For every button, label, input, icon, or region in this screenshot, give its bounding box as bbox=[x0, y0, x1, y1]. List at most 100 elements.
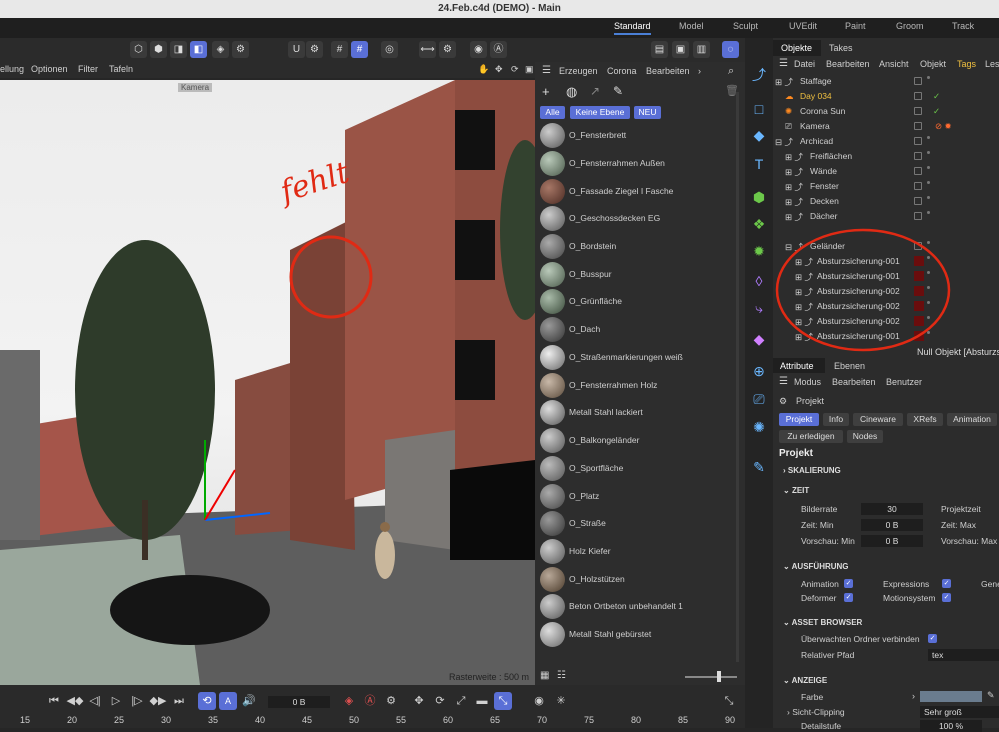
material-item[interactable]: O_Balkongeländer bbox=[537, 427, 737, 454]
path-field[interactable]: tex bbox=[928, 649, 999, 661]
rotate-key-icon[interactable]: ⟳ bbox=[431, 692, 449, 710]
scale-key-icon[interactable]: ⤢ bbox=[452, 692, 470, 710]
sicht-clipping-select[interactable]: Sehr groß bbox=[920, 706, 999, 718]
next-key-icon[interactable]: ◆▶ bbox=[149, 692, 167, 710]
square-icon[interactable]: □ bbox=[748, 98, 770, 120]
play-icon[interactable]: ▷ bbox=[107, 692, 125, 710]
next-frame-icon[interactable]: |▷ bbox=[128, 692, 146, 710]
list-view-icon[interactable]: ☷ bbox=[557, 670, 566, 681]
grid-icon[interactable]: # bbox=[331, 41, 348, 58]
chevron-right-icon[interactable]: › bbox=[698, 66, 701, 76]
tab-objekte[interactable]: Objekte bbox=[773, 40, 821, 56]
menu-icon[interactable]: ☰ bbox=[542, 65, 551, 76]
material-item[interactable]: O_Straßenmarkierungen weiß bbox=[537, 344, 737, 371]
animation-checkbox[interactable]: ✓ bbox=[844, 579, 853, 588]
gear-icon[interactable]: ⚙ bbox=[439, 41, 456, 58]
tab-ebenen[interactable]: Ebenen bbox=[834, 361, 865, 371]
visibility-dot[interactable] bbox=[927, 136, 930, 139]
grid-view-icon[interactable]: ▦ bbox=[540, 670, 549, 681]
menu-ansicht[interactable]: Ansicht bbox=[879, 59, 909, 69]
section-skalierung[interactable]: › SKALIERUNG bbox=[783, 466, 841, 475]
param-key-icon[interactable]: ▬ bbox=[473, 692, 491, 710]
menu-objekt[interactable]: Objekt bbox=[920, 59, 946, 69]
object-row[interactable]: ⊟ ⤴ Archicad bbox=[773, 134, 999, 149]
object-row[interactable]: ⊞ ⤴ Fenster bbox=[773, 179, 999, 194]
layout-icon[interactable]: ▣ bbox=[525, 64, 534, 75]
motionsystem-checkbox[interactable]: ✓ bbox=[942, 593, 951, 602]
menu-corona[interactable]: Corona bbox=[607, 66, 637, 76]
material-item[interactable]: O_Sportfläche bbox=[537, 455, 737, 482]
chevron-right-icon[interactable]: › bbox=[912, 691, 915, 701]
object-row[interactable]: ⎚ Kamera ⊘ ✹ bbox=[773, 119, 999, 134]
zoom-slider[interactable] bbox=[685, 676, 737, 678]
menu-erzeugen[interactable]: Erzeugen bbox=[559, 66, 598, 76]
material-item[interactable]: O_Holzstützen bbox=[537, 566, 737, 593]
move-key-icon[interactable]: ✥ bbox=[410, 692, 428, 710]
vorschau-min-field[interactable]: 0 B bbox=[861, 535, 923, 547]
prev-frame-icon[interactable]: ◁| bbox=[86, 692, 104, 710]
generator-icon[interactable]: ⬢ bbox=[748, 186, 770, 208]
move-icon[interactable]: ✥ bbox=[495, 64, 503, 75]
zoom-slider-handle[interactable] bbox=[717, 671, 721, 682]
motion-icon[interactable]: ✳ bbox=[552, 692, 570, 710]
filter-keine-ebene[interactable]: Keine Ebene bbox=[570, 106, 630, 119]
material-item[interactable]: O_Bordstein bbox=[537, 233, 737, 260]
search-icon[interactable]: ⌕ bbox=[728, 65, 734, 78]
menu-bearbeiten[interactable]: Bearbeiten bbox=[826, 59, 870, 69]
sound-icon[interactable]: 🔊 bbox=[240, 692, 258, 710]
visibility-dot[interactable] bbox=[927, 196, 930, 199]
material-item[interactable]: O_Platz bbox=[537, 483, 737, 510]
object-row[interactable]: ✺ Corona Sun ✓ bbox=[773, 104, 999, 119]
layout-tab-uvedit[interactable]: UVEdit bbox=[789, 21, 817, 31]
material-item[interactable]: O_Fassade Ziegel I Fasche bbox=[537, 178, 737, 205]
loop-icon[interactable]: ⟲ bbox=[198, 692, 216, 710]
cube-icon[interactable]: ◨ bbox=[170, 41, 187, 58]
record-icon[interactable]: ◉ bbox=[530, 692, 548, 710]
deformer-checkbox[interactable]: ✓ bbox=[844, 593, 853, 602]
material-item[interactable]: O_Fensterbrett bbox=[537, 122, 737, 149]
visibility-dot[interactable] bbox=[927, 181, 930, 184]
3d-viewport[interactable]: Kamera fehlt Rasterweite : 500 m bbox=[0, 80, 535, 685]
layout-tab-sculpt[interactable]: Sculpt bbox=[733, 21, 758, 31]
edit-icon[interactable]: ✎ bbox=[748, 456, 770, 478]
menu-icon[interactable]: ☰ bbox=[779, 376, 788, 387]
light-icon[interactable]: ✺ bbox=[748, 416, 770, 438]
filter-alle[interactable]: Alle bbox=[540, 106, 565, 119]
camera-tag-icon[interactable]: ⊘ ✹ bbox=[935, 121, 952, 132]
material-item[interactable]: O_Dach bbox=[537, 316, 737, 343]
object-row[interactable]: ⊞ ⤴ Wände bbox=[773, 164, 999, 179]
hand-icon[interactable]: ✋ bbox=[478, 64, 489, 75]
eyedropper-icon[interactable]: ✎ bbox=[987, 690, 995, 701]
material-item[interactable]: Metall Stahl lackiert bbox=[537, 399, 737, 426]
visibility-dot[interactable] bbox=[927, 166, 930, 169]
film-icon[interactable]: ▥ bbox=[693, 41, 710, 58]
section-zeit[interactable]: ⌄ ZEIT bbox=[783, 486, 809, 495]
cube-icon[interactable]: ⬢ bbox=[150, 41, 167, 58]
subtab-animation[interactable]: Animation bbox=[947, 413, 997, 426]
visibility-dot[interactable] bbox=[927, 211, 930, 214]
section-ausfuehrung[interactable]: ⌄ AUSFÜHRUNG bbox=[783, 562, 849, 571]
object-row[interactable]: ⊞ ⤴ Freiflächen bbox=[773, 149, 999, 164]
bilderrate-field[interactable]: 30 bbox=[861, 503, 923, 515]
menu-tafeln[interactable]: Tafeln bbox=[109, 64, 133, 74]
material-item[interactable]: O_Busspur bbox=[537, 261, 737, 288]
menu-icon[interactable]: ☰ bbox=[779, 58, 788, 69]
go-end-icon[interactable]: ⏭ bbox=[170, 692, 188, 710]
asset-icon[interactable]: Ⓐ bbox=[490, 41, 507, 58]
effector-icon[interactable]: ✹ bbox=[748, 240, 770, 262]
tab-takes[interactable]: Takes bbox=[829, 43, 853, 53]
subtab-info[interactable]: Info bbox=[823, 413, 849, 426]
text-icon[interactable]: T bbox=[748, 153, 770, 175]
go-start-icon[interactable]: ⏮ bbox=[45, 692, 63, 710]
material-item[interactable]: O_Fensterrahmen Holz bbox=[537, 372, 737, 399]
layout-tab-track[interactable]: Track bbox=[952, 21, 974, 31]
current-frame-field[interactable]: 0 B bbox=[268, 696, 330, 708]
object-row[interactable]: ☁ Day 034 ✓ bbox=[773, 89, 999, 104]
menu-lesezeichen[interactable]: Les bbox=[985, 59, 999, 69]
subtab-projekt[interactable]: Projekt bbox=[779, 413, 819, 426]
move-icon[interactable]: ⤴ bbox=[748, 64, 770, 86]
check-icon[interactable]: ✓ bbox=[933, 106, 940, 117]
expressions-checkbox[interactable]: ✓ bbox=[942, 579, 951, 588]
filter-neu[interactable]: NEU bbox=[634, 106, 661, 119]
render-icon[interactable]: ◉ bbox=[470, 41, 487, 58]
